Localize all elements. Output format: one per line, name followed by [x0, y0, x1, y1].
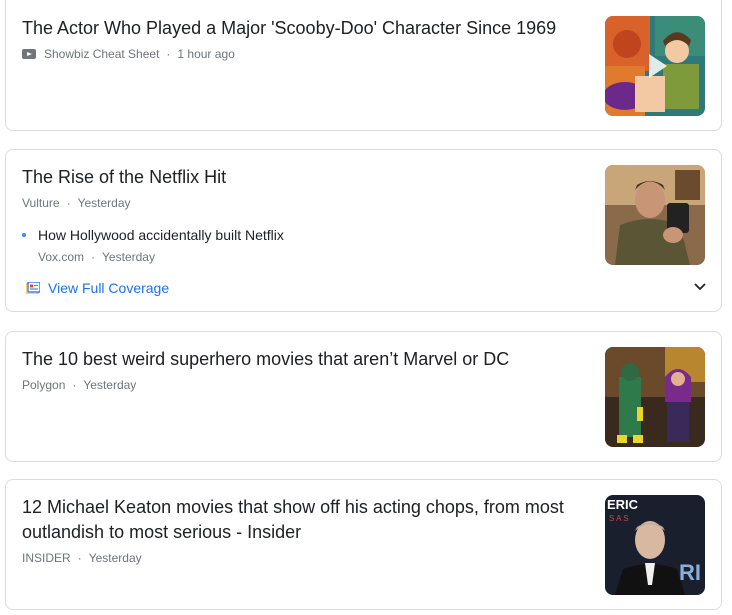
article-meta: Polygon · Yesterday [22, 377, 136, 393]
article-time: Yesterday [83, 378, 137, 392]
view-full-coverage-link[interactable]: View Full Coverage [26, 280, 169, 296]
svg-text:S A S: S A S [609, 514, 629, 523]
article-thumbnail[interactable] [605, 347, 705, 447]
article-title[interactable]: The 10 best weird superhero movies that … [22, 347, 582, 372]
related-article[interactable]: How Hollywood accidentally built Netflix [22, 227, 284, 243]
article-meta: Vulture · Yesterday [22, 195, 131, 211]
article-time: 1 hour ago [177, 47, 235, 61]
news-card[interactable]: The Actor Who Played a Major 'Scooby-Doo… [5, 0, 722, 131]
separator: · [91, 250, 96, 264]
article-source: Vulture [22, 196, 60, 210]
article-title[interactable]: The Actor Who Played a Major 'Scooby-Doo… [22, 16, 582, 41]
svg-text:ERIC: ERIC [607, 497, 639, 512]
svg-text:RI: RI [679, 560, 701, 585]
separator: · [166, 47, 171, 61]
article-meta: INSIDER · Yesterday [22, 550, 142, 566]
separator: · [66, 196, 71, 210]
article-thumbnail[interactable]: ERIC S A S RI [605, 495, 705, 595]
article-thumbnail[interactable] [605, 16, 705, 116]
news-card[interactable]: The 10 best weird superhero movies that … [5, 331, 722, 462]
article-time: Yesterday [77, 196, 131, 210]
separator: · [72, 378, 77, 392]
news-card[interactable]: The Rise of the Netflix Hit Vulture · Ye… [5, 149, 722, 312]
article-thumbnail[interactable] [605, 165, 705, 265]
separator: · [77, 551, 82, 565]
news-card[interactable]: 12 Michael Keaton movies that show off h… [5, 479, 722, 610]
article-title[interactable]: The Rise of the Netflix Hit [22, 165, 582, 190]
article-source: Polygon [22, 378, 66, 392]
related-article-time: Yesterday [102, 250, 155, 264]
article-meta: Showbiz Cheat Sheet · 1 hour ago [22, 46, 235, 62]
bullet-icon [22, 233, 26, 237]
related-article-title[interactable]: How Hollywood accidentally built Netflix [38, 227, 284, 243]
related-article-meta: Vox.com · Yesterday [38, 249, 155, 265]
related-article-source: Vox.com [38, 250, 85, 264]
chevron-down-icon[interactable] [693, 282, 707, 292]
article-time: Yesterday [88, 551, 142, 565]
article-title[interactable]: 12 Michael Keaton movies that show off h… [22, 495, 592, 545]
article-source: INSIDER [22, 551, 71, 565]
full-coverage-icon [26, 282, 40, 294]
article-source: Showbiz Cheat Sheet [44, 47, 160, 61]
youtube-icon [22, 49, 36, 59]
view-full-coverage-label: View Full Coverage [48, 280, 170, 296]
